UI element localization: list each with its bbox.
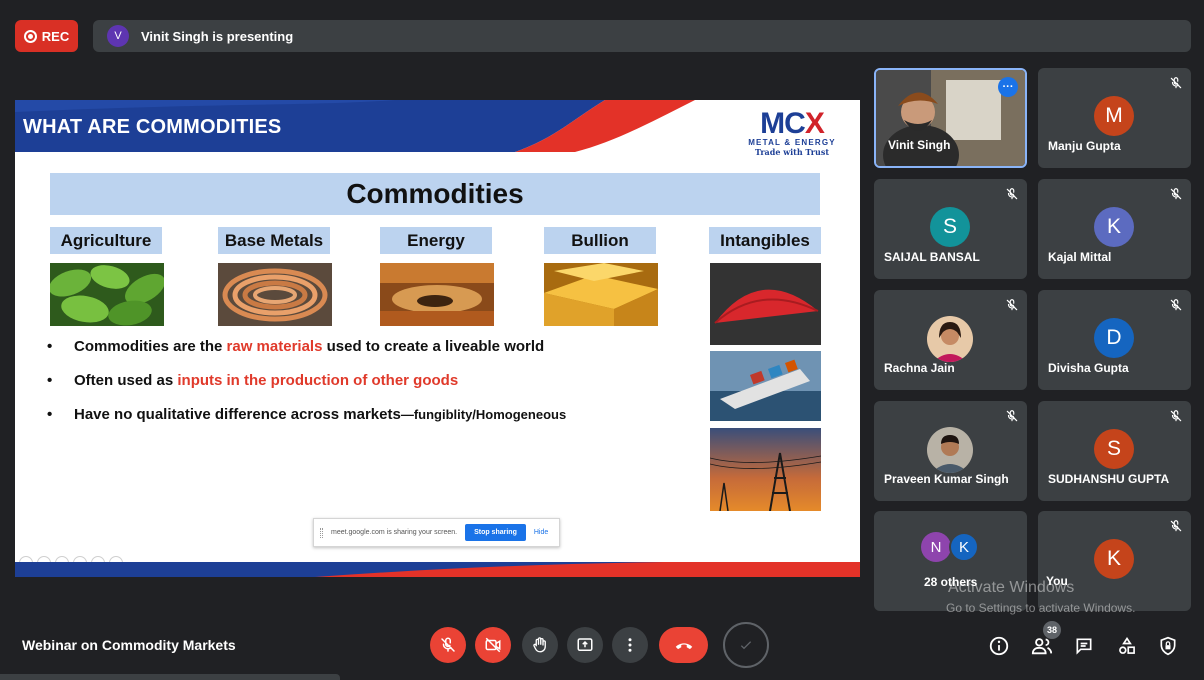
- participant-tile-rachna-jain[interactable]: Rachna Jain: [874, 290, 1027, 390]
- present-icon: [577, 638, 593, 651]
- participant-tile-kajal-mittal[interactable]: K Kajal Mittal: [1038, 179, 1191, 279]
- participant-avatar: K: [1094, 539, 1134, 579]
- intangibles-ship-image: [710, 351, 821, 421]
- meeting-title: Webinar on Commodity Markets: [22, 637, 236, 653]
- raise-hand-button[interactable]: [522, 627, 558, 663]
- more-options-button[interactable]: [612, 627, 648, 663]
- mic-off-icon: [1170, 77, 1182, 89]
- screen-share-notice: meet.google.com is sharing your screen. …: [313, 518, 560, 547]
- energy-image: [380, 263, 494, 326]
- participant-name: Divisha Gupta: [1048, 361, 1129, 375]
- bullion-image: [544, 263, 658, 326]
- chat-icon: [1076, 638, 1092, 655]
- presenter-avatar: V: [107, 25, 129, 47]
- mic-off-icon: [1170, 410, 1182, 422]
- participant-name: Vinit Singh: [888, 138, 951, 152]
- participant-name: Manju Gupta: [1048, 139, 1121, 153]
- agriculture-image: [50, 263, 164, 326]
- microphone-toggle-button[interactable]: [430, 627, 466, 663]
- camera-toggle-button[interactable]: [475, 627, 511, 663]
- chat-button[interactable]: [1072, 634, 1096, 658]
- participant-tile-saijal-bansal[interactable]: S SAIJAL BANSAL: [874, 179, 1027, 279]
- meeting-details-button[interactable]: [987, 634, 1011, 658]
- mic-off-icon: [1170, 520, 1182, 532]
- presenting-banner: V Vinit Singh is presenting: [93, 20, 1191, 52]
- participant-tile-vinit-singh[interactable]: ··· Vinit Singh: [874, 68, 1027, 168]
- present-now-button[interactable]: [567, 627, 603, 663]
- hand-icon: [533, 637, 546, 653]
- participant-photo: [927, 427, 973, 473]
- participant-tile-sudhanshu-gupta[interactable]: S SUDHANSHU GUPTA: [1038, 401, 1191, 501]
- participant-tile-praveen-kumar-singh[interactable]: Praveen Kumar Singh: [874, 401, 1027, 501]
- participant-tile-divisha-gupta[interactable]: D Divisha Gupta: [1038, 290, 1191, 390]
- info-icon: [989, 636, 1009, 656]
- slide-header: WHAT ARE COMMODITIES MCX METAL & ENERGY …: [15, 100, 860, 157]
- activate-windows-watermark: Activate Windows: [948, 579, 1075, 596]
- category-bullion: Bullion: [544, 227, 656, 254]
- category-intangibles: Intangibles: [709, 227, 821, 254]
- mic-off-icon: [1006, 299, 1018, 311]
- recording-indicator: REC: [15, 20, 78, 52]
- participant-photo: [927, 316, 973, 362]
- participant-name: Kajal Mittal: [1048, 250, 1112, 264]
- stop-sharing-button[interactable]: Stop sharing: [465, 524, 526, 541]
- presenting-text: Vinit Singh is presenting: [141, 28, 294, 44]
- participant-avatar: K: [949, 532, 979, 562]
- participant-name: Rachna Jain: [884, 361, 955, 375]
- slide-title: WHAT ARE COMMODITIES: [23, 116, 282, 138]
- hide-notice-button[interactable]: Hide: [534, 529, 548, 536]
- participant-avatar: S: [930, 207, 970, 247]
- taskbar-strip: [0, 674, 340, 680]
- end-call-icon: [675, 643, 692, 650]
- participant-name: SAIJAL BANSAL: [884, 250, 980, 264]
- camera-off-icon: [485, 637, 501, 653]
- participant-avatar: M: [1094, 96, 1134, 136]
- more-options-icon[interactable]: ···: [998, 77, 1018, 97]
- slide-footer-shapes: [15, 562, 860, 577]
- shield-icon: [1160, 636, 1176, 656]
- category-energy: Energy: [380, 227, 492, 254]
- commodities-banner: Commodities: [50, 173, 820, 215]
- record-icon: [23, 29, 37, 43]
- mcx-logo-mark: MCX: [760, 107, 825, 140]
- people-count-badge: 38: [1043, 621, 1061, 639]
- participant-avatar: S: [1094, 429, 1134, 469]
- category-agriculture: Agriculture: [50, 227, 162, 254]
- mic-off-icon: [441, 637, 455, 652]
- host-controls-button[interactable]: [1156, 634, 1180, 658]
- intangibles-power-image: [710, 428, 821, 511]
- drag-handle-icon[interactable]: [320, 527, 323, 538]
- base-metals-image: [218, 263, 332, 326]
- bullet-fungibility: • Have no qualitative difference across m…: [47, 406, 567, 423]
- participant-name: SUDHANSHU GUPTA: [1048, 472, 1170, 486]
- participant-name: Praveen Kumar Singh: [884, 472, 1009, 486]
- mcx-logo: MCX METAL & ENERGY Trade with Trust: [733, 107, 851, 158]
- mic-off-icon: [1170, 299, 1182, 311]
- intangibles-umbrella-image: [710, 263, 821, 345]
- participant-avatar: K: [1094, 207, 1134, 247]
- bullet-raw-materials: • Commodities are the raw materials used …: [47, 338, 545, 355]
- activate-windows-subtext: Go to Settings to activate Windows.: [946, 601, 1136, 615]
- logo-tagline: Trade with Trust: [754, 147, 830, 157]
- rec-label: REC: [41, 28, 70, 44]
- confirm-circle-button[interactable]: [723, 622, 769, 668]
- category-base-metals: Base Metals: [218, 227, 330, 254]
- logo-sub: METAL & ENERGY: [748, 138, 836, 147]
- shared-screen: WHAT ARE COMMODITIES MCX METAL & ENERGY …: [15, 100, 860, 577]
- mic-off-icon: [1006, 410, 1018, 422]
- participant-avatar: N: [921, 532, 951, 562]
- bullet-inputs: • Often used as inputs in the production …: [47, 372, 459, 389]
- more-vert-icon: [628, 638, 632, 652]
- participant-tile-manju-gupta[interactable]: M Manju Gupta: [1038, 68, 1191, 168]
- activities-button[interactable]: [1115, 634, 1139, 658]
- participant-avatar: D: [1094, 318, 1134, 358]
- check-icon: [740, 641, 752, 650]
- leave-call-button[interactable]: [659, 627, 708, 663]
- activities-icon: [1119, 636, 1135, 654]
- top-bar: REC V Vinit Singh is presenting: [0, 0, 1204, 66]
- share-notice-text: meet.google.com is sharing your screen.: [331, 529, 458, 536]
- mic-off-icon: [1006, 188, 1018, 200]
- mic-off-icon: [1170, 188, 1182, 200]
